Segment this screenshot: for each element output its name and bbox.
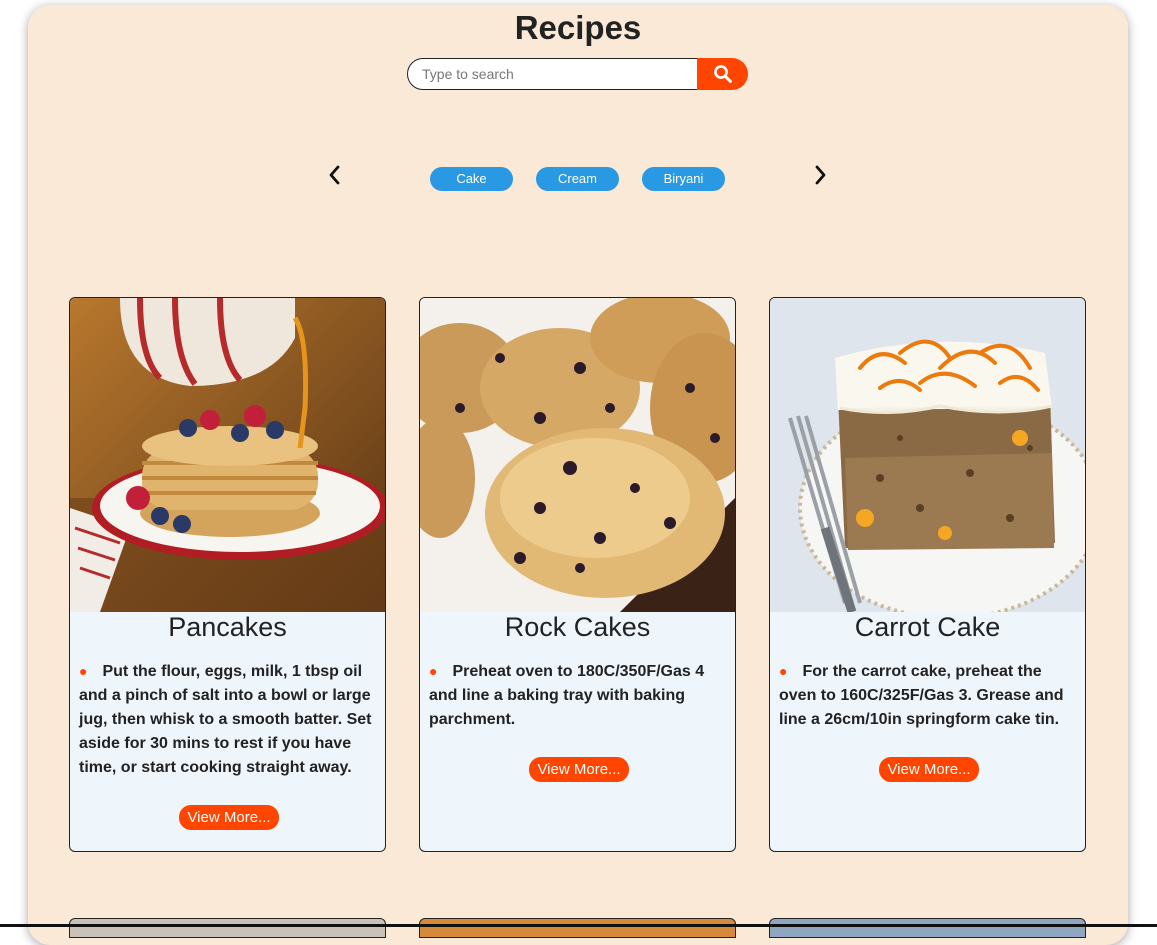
recipe-card-carrot-cake: Carrot Cake ● For the carrot cake, prehea…	[769, 297, 1086, 852]
page-title: Recipes	[514, 9, 642, 46]
recipe-card-peek	[69, 918, 386, 938]
recipes-panel: Recipes Cake Cream Biryani	[28, 5, 1128, 945]
category-chip-cake[interactable]: Cake	[430, 167, 513, 191]
recipe-card-peek	[419, 918, 736, 938]
search-bar	[407, 58, 748, 90]
search-icon	[713, 65, 732, 83]
category-prev-button[interactable]	[323, 160, 347, 190]
bullet-icon: ●	[779, 663, 788, 679]
search-button[interactable]	[697, 58, 748, 90]
recipe-card-rock-cakes: Rock Cakes ● Preheat oven to 180C/350F/Ga…	[419, 297, 736, 852]
recipe-description-text: Put the flour, eggs, milk, 1 tbsp oil an…	[79, 663, 372, 776]
recipe-image-pancakes	[70, 298, 385, 612]
bullet-icon: ●	[79, 663, 88, 679]
chevron-right-icon	[815, 165, 826, 185]
recipe-description: ● Put the flour, eggs, milk, 1 tbsp oil a…	[79, 659, 379, 830]
view-more-button[interactable]: View More...	[179, 805, 279, 830]
recipe-card-peek	[769, 918, 1086, 938]
category-chip-biryani[interactable]: Biryani	[642, 167, 725, 191]
recipe-description-text: For the carrot cake, preheat the oven to…	[779, 663, 1064, 728]
recipe-title: Rock Cakes	[504, 612, 651, 642]
recipe-card-pancakes: Pancakes ● Put the flour, eggs, milk, 1 t…	[69, 297, 386, 852]
recipe-description: ● For the carrot cake, preheat the oven t…	[779, 659, 1079, 782]
view-more-button[interactable]: View More...	[529, 757, 629, 782]
view-more-button[interactable]: View More...	[879, 757, 979, 782]
recipe-title: Pancakes	[168, 612, 287, 642]
category-next-button[interactable]	[808, 160, 832, 190]
recipe-image-rock-cakes	[420, 298, 735, 612]
recipe-image-carrot-cake	[770, 298, 1085, 612]
search-input[interactable]	[407, 58, 698, 90]
recipe-description-text: Preheat oven to 180C/350F/Gas 4 and line…	[429, 663, 705, 728]
bullet-icon: ●	[429, 663, 438, 679]
chevron-left-icon	[329, 165, 340, 185]
category-chip-cream[interactable]: Cream	[536, 167, 619, 191]
recipe-title: Carrot Cake	[854, 612, 1001, 642]
recipe-description: ● Preheat oven to 180C/350F/Gas 4 and lin…	[429, 659, 729, 782]
